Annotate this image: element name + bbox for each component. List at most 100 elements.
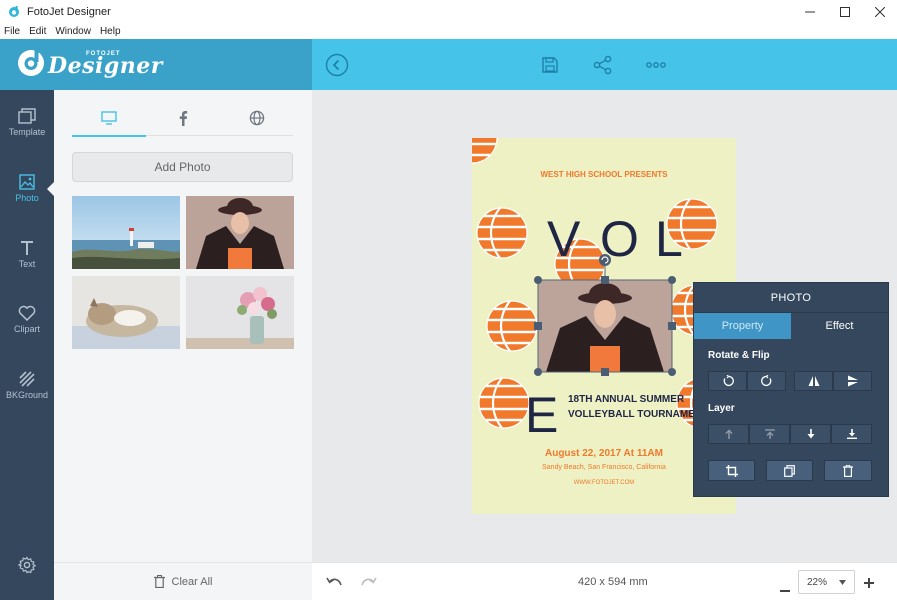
- tab-web[interactable]: [220, 104, 294, 132]
- plus-icon: [864, 578, 874, 588]
- close-button[interactable]: [862, 0, 897, 23]
- rotate-right-icon: [760, 375, 771, 386]
- bring-forward-button[interactable]: [708, 424, 749, 444]
- redo-button[interactable]: [361, 575, 377, 590]
- bring-forward-icon: [725, 429, 732, 439]
- zoom-out-button[interactable]: [780, 581, 790, 595]
- delete-button[interactable]: [824, 460, 872, 481]
- zoom-in-button[interactable]: [864, 577, 874, 591]
- sidebar-item-text[interactable]: Text: [0, 226, 54, 282]
- send-backward-button[interactable]: [790, 424, 831, 444]
- photo-panel: Add Photo Clear All: [54, 90, 312, 600]
- photo-thumb-woman[interactable]: [186, 196, 294, 269]
- sidebar-item-label: BKGround: [5, 389, 49, 400]
- poster-event-line2[interactable]: VOLLEYBALL TOURNAMENT: [568, 409, 708, 420]
- tab-computer[interactable]: [72, 104, 146, 137]
- rotate-left-button[interactable]: [708, 371, 747, 391]
- send-to-back-icon: [846, 429, 857, 439]
- close-icon: [874, 6, 885, 17]
- duplicate-icon: [784, 464, 795, 477]
- selection-frame: [534, 254, 676, 376]
- photo-thumb-flowers[interactable]: [186, 276, 294, 349]
- web-icon: [249, 110, 265, 126]
- brand-header: FOTOJET Designer: [0, 39, 312, 90]
- sidebar-item-label: Photo: [15, 192, 39, 203]
- flip-vertical-button[interactable]: [833, 371, 872, 391]
- tab-facebook[interactable]: [146, 104, 220, 132]
- sidebar-item-background[interactable]: BKGround: [0, 357, 54, 413]
- flip-horizontal-icon: [808, 376, 819, 386]
- save-button[interactable]: [537, 52, 563, 78]
- rotate-flip-label: Rotate & Flip: [708, 350, 770, 361]
- sidebar-item-label: Text: [18, 258, 36, 269]
- trash-icon: [153, 575, 165, 588]
- minus-icon: [780, 590, 790, 592]
- sidebar-item-label: Template: [8, 126, 46, 137]
- sidebar-item-photo[interactable]: Photo: [0, 160, 54, 216]
- minimize-icon: [804, 11, 815, 12]
- sidebar-item-label: Clipart: [13, 323, 40, 334]
- layer-label: Layer: [708, 403, 735, 414]
- back-button[interactable]: [324, 52, 350, 78]
- sidebar-item-clipart[interactable]: Clipart: [0, 291, 54, 347]
- tab-effect[interactable]: Effect: [791, 313, 888, 339]
- template-icon: [18, 107, 36, 124]
- undo-icon: [326, 577, 342, 586]
- rotate-right-button[interactable]: [747, 371, 786, 391]
- menu-file[interactable]: File: [4, 26, 20, 37]
- share-icon: [593, 55, 612, 75]
- more-button[interactable]: [643, 52, 669, 78]
- flip-horizontal-button[interactable]: [794, 371, 833, 391]
- tool-sidebar: Template Photo Text Clipart BKGround: [0, 90, 54, 600]
- facebook-icon: [179, 111, 188, 126]
- clear-all-button[interactable]: Clear All: [54, 562, 312, 600]
- sidebar-item-template[interactable]: Template: [0, 94, 54, 150]
- menu-window[interactable]: Window: [55, 26, 91, 37]
- heart-icon: [18, 305, 36, 321]
- maximize-icon: [839, 6, 850, 17]
- photo-source-tabs: [72, 100, 294, 137]
- svg-text:E: E: [525, 387, 558, 443]
- bottom-status-bar: 420 x 594 mm 22%: [312, 562, 897, 600]
- photo-thumb-cat[interactable]: [72, 276, 180, 349]
- zoom-select[interactable]: 22%: [798, 570, 855, 594]
- menu-edit[interactable]: Edit: [29, 26, 46, 37]
- send-to-back-button[interactable]: [831, 424, 872, 444]
- zoom-value: 22%: [807, 576, 828, 588]
- poster-event-line1[interactable]: 18TH ANNUAL SUMMER: [568, 394, 684, 405]
- popup-title: PHOTO: [694, 283, 888, 313]
- crop-icon: [725, 464, 738, 477]
- computer-icon: [101, 111, 117, 125]
- duplicate-button[interactable]: [766, 460, 813, 481]
- background-icon: [19, 370, 35, 387]
- undo-button[interactable]: [326, 575, 342, 590]
- brand-name: Designer: [48, 53, 163, 79]
- text-icon: [21, 240, 33, 255]
- photo-property-panel: PHOTO Property Effect Rotate & Flip Laye…: [693, 282, 889, 497]
- menu-help[interactable]: Help: [100, 26, 121, 37]
- top-toolbar: [312, 39, 897, 90]
- bring-to-front-icon: [764, 429, 775, 439]
- bring-to-front-button[interactable]: [749, 424, 790, 444]
- more-icon: [646, 62, 666, 68]
- fotojet-logo-icon: [18, 50, 44, 76]
- maximize-button[interactable]: [827, 0, 862, 23]
- crop-button[interactable]: [708, 460, 755, 481]
- flip-vertical-icon: [847, 375, 858, 387]
- send-backward-icon: [807, 429, 814, 439]
- back-icon: [325, 53, 349, 77]
- window-title-bar: FotoJet Designer: [0, 0, 897, 23]
- chevron-down-icon: [839, 580, 846, 585]
- poster-presents-text[interactable]: WEST HIGH SCHOOL PRESENTS: [472, 170, 736, 179]
- save-icon: [542, 57, 558, 73]
- app-logo-icon: [9, 5, 19, 17]
- photo-thumb-lighthouse[interactable]: [72, 196, 180, 269]
- tab-property[interactable]: Property: [694, 313, 791, 339]
- gear-icon: [17, 556, 37, 574]
- minimize-button[interactable]: [792, 0, 827, 23]
- share-button[interactable]: [590, 52, 616, 78]
- delete-icon: [843, 464, 853, 477]
- settings-button[interactable]: [17, 556, 37, 577]
- add-photo-button[interactable]: Add Photo: [72, 152, 293, 182]
- redo-icon: [361, 577, 377, 586]
